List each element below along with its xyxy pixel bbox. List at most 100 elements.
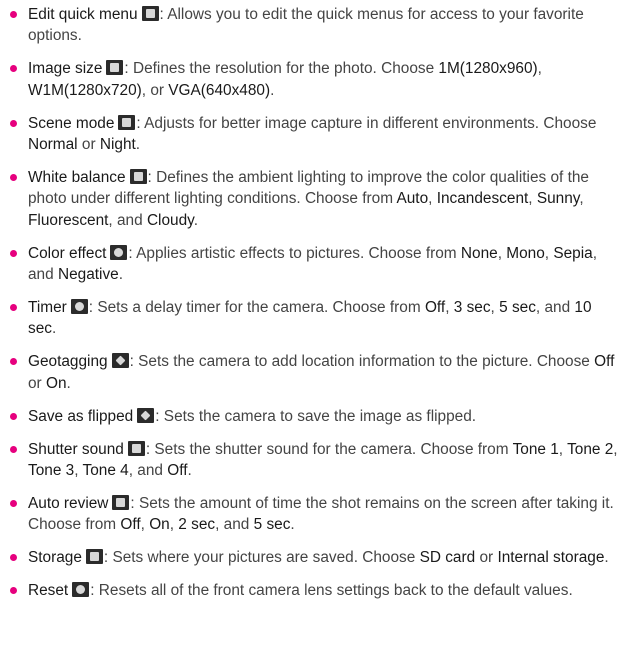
option-value: Off <box>594 353 615 371</box>
bullet <box>10 499 17 507</box>
description-text: : Sets where your pictures are saved. Ch… <box>103 549 420 567</box>
bullet <box>10 11 17 18</box>
option-value: On <box>45 374 67 392</box>
option-value: Cloudy <box>146 211 194 229</box>
option-value: 2 sec <box>178 516 216 534</box>
option-value: Normal <box>28 136 78 154</box>
option-value: Mono <box>506 244 545 262</box>
list-item: Storage : Sets where your pictures are sa… <box>8 547 623 568</box>
setting-name: Edit quick menu <box>28 6 138 23</box>
bullet <box>10 65 17 73</box>
option-value: Auto <box>396 190 429 208</box>
description-text: , and <box>108 211 147 229</box>
option-value: Tone 2 <box>567 440 614 458</box>
list-item: Timer: Sets a delay timer for the camera… <box>8 297 623 340</box>
description-text: or <box>28 374 46 392</box>
setting-name: Save as flipped <box>28 407 134 425</box>
list-item: Color effect : Applies artistic effects t… <box>8 243 623 286</box>
image-size-icon <box>106 60 124 76</box>
bullet <box>10 554 17 562</box>
option-value: Off <box>424 298 446 316</box>
option-value: 5 sec <box>499 298 536 316</box>
list-item: Save as flipped: Sets the camera to save… <box>8 406 623 427</box>
option-value: SD card <box>419 549 476 567</box>
bullet <box>10 412 17 420</box>
description-text: , <box>579 190 584 208</box>
color-effect-icon <box>110 244 128 260</box>
option-value: Sepia <box>553 244 593 262</box>
white-balance-icon <box>129 168 147 184</box>
setting-name: Geotagging <box>28 353 108 371</box>
setting-name: Scene mode <box>28 114 115 132</box>
description-text: . <box>66 374 71 392</box>
option-value: Tone 3 <box>28 461 75 479</box>
option-value: Off <box>167 461 188 479</box>
list-item: Reset : Resets all of the front camera le… <box>8 580 623 601</box>
storage-icon <box>85 549 103 565</box>
setting-name: White balance <box>28 168 126 186</box>
list-item: Auto review: Sets the amount of time the… <box>8 493 623 536</box>
description-text: or <box>77 136 100 154</box>
list-item: White balance: Defines the ambient light… <box>8 167 623 231</box>
settings-list: Edit quick menu: Allows you to edit the … <box>0 0 633 601</box>
bullet <box>10 587 17 595</box>
description-text: : Sets the shutter sound for the camera.… <box>145 440 513 458</box>
option-value: On <box>149 516 170 534</box>
setting-name: Color effect <box>28 244 107 262</box>
bullet <box>10 303 17 311</box>
setting-name: Timer <box>28 298 67 316</box>
bullet <box>10 119 17 127</box>
description-text: . <box>270 81 275 99</box>
description-text: , <box>613 440 618 458</box>
reset-icon <box>72 582 90 598</box>
description-text: , <box>537 60 542 78</box>
description-text: , <box>169 516 179 534</box>
option-value: 1M(1280x960) <box>438 60 538 78</box>
option-value: 5 sec <box>253 516 291 534</box>
scene-mode-icon <box>118 114 136 130</box>
setting-name: Auto review <box>28 494 109 512</box>
description-text: . <box>187 461 192 479</box>
option-value: 3 sec <box>453 298 491 316</box>
option-value: Night <box>99 136 136 154</box>
option-value: Off <box>120 516 141 534</box>
shutter-sound-icon <box>127 440 145 456</box>
option-value: Negative <box>57 266 119 284</box>
option-value: None <box>460 244 498 262</box>
description-text: , <box>558 440 568 458</box>
description-text: . <box>135 136 141 154</box>
option-value: VGA(640x480) <box>168 81 271 99</box>
description-text: : Resets all of the front camera lens se… <box>90 582 573 600</box>
description-text: . <box>604 549 609 567</box>
bullet <box>10 173 17 181</box>
list-item: Shutter sound: Sets the shutter sound fo… <box>8 439 623 482</box>
description-text: : Adjusts for better image capture in di… <box>136 114 597 132</box>
description-text: , and <box>215 516 254 534</box>
option-value: Fluorescent <box>28 211 109 229</box>
description-text: , and <box>128 461 168 479</box>
list-item: Geotagging : Sets the camera to add locat… <box>8 351 623 394</box>
list-item: Image size: Defines the resolution for t… <box>8 58 623 101</box>
description-text: . <box>193 211 198 229</box>
description-text: , <box>528 190 537 208</box>
description-text: , and <box>535 298 575 316</box>
description-text: : Sets the camera to add location inform… <box>129 353 595 371</box>
description-text: : Defines the resolution for the photo. … <box>124 60 439 78</box>
setting-name: Storage <box>28 549 82 567</box>
option-value: Internal storage <box>497 549 605 567</box>
option-value: W1M(1280x720) <box>28 81 142 99</box>
geotagging-icon <box>111 353 129 369</box>
description-text: : Applies artistic effects to pictures. … <box>128 244 461 262</box>
timer-icon <box>70 298 88 314</box>
option-value: Incandescent <box>436 190 529 208</box>
description-text: , <box>445 298 454 316</box>
description-text: . <box>290 516 295 534</box>
description-text: , <box>490 298 500 316</box>
list-item: Scene mode : Adjusts for better image cap… <box>8 113 623 156</box>
setting-name: Reset <box>28 582 69 600</box>
bullet <box>10 445 17 453</box>
description-text: , <box>497 244 507 262</box>
bullet <box>10 358 17 366</box>
option-value: Sunny <box>536 190 580 208</box>
auto-review-icon <box>112 494 130 510</box>
